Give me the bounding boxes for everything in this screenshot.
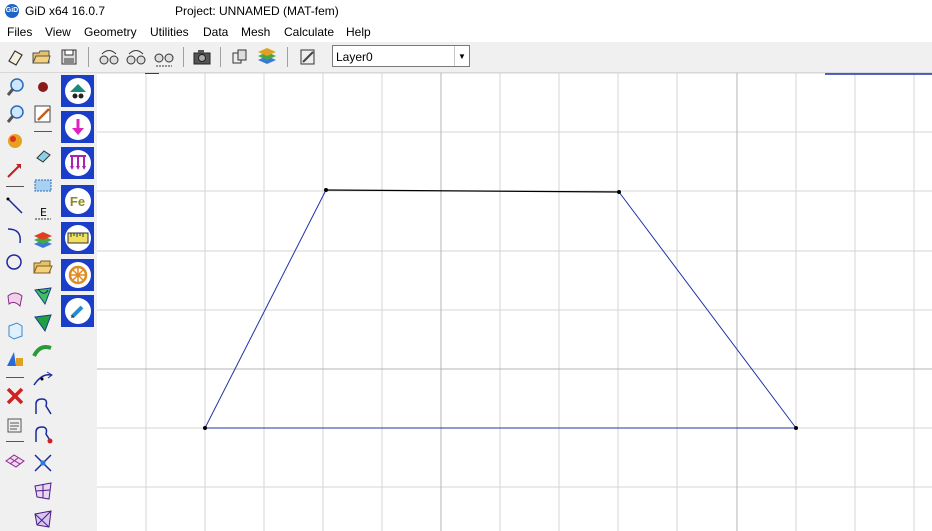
pencil-button[interactable] — [61, 295, 94, 327]
dimension-icon[interactable]: E — [31, 200, 55, 224]
axes — [97, 73, 932, 531]
geometry-point[interactable] — [617, 190, 621, 194]
list-icon[interactable] — [3, 413, 27, 437]
render-icon[interactable] — [3, 129, 27, 153]
boundary-conditions-icon — [64, 78, 91, 104]
surface-mesh-icon[interactable] — [31, 479, 55, 503]
save-icon[interactable] — [58, 46, 80, 68]
line-icon[interactable] — [3, 194, 27, 218]
arc-icon[interactable] — [3, 223, 27, 247]
geometry-point[interactable] — [794, 426, 798, 430]
toolbar-separator — [183, 47, 184, 67]
menu-help[interactable]: Help — [346, 25, 371, 39]
title-bar: GiD GiD x64 16.0.7 Project: UNNAMED (MAT… — [0, 0, 932, 22]
toolbar-separator — [220, 47, 221, 67]
new-file-icon[interactable] — [4, 46, 26, 68]
material-button[interactable]: Fe — [61, 185, 94, 217]
geometry-point[interactable] — [203, 426, 207, 430]
zoom-out-icon[interactable] — [3, 102, 27, 126]
circle-icon[interactable] — [3, 250, 27, 274]
pencil-icon — [64, 298, 91, 324]
app-title: GiD x64 16.0.7 — [25, 4, 106, 18]
toolbar-separator — [287, 47, 288, 67]
layer-select-value: Layer0 — [336, 50, 373, 64]
menu-files[interactable]: Files — [7, 25, 32, 39]
menu-utilities[interactable]: Utilities — [150, 25, 189, 39]
menu-calculate[interactable]: Calculate — [284, 25, 334, 39]
grid — [97, 73, 932, 531]
units-icon — [64, 225, 91, 251]
layers-icon[interactable] — [256, 46, 278, 68]
separator — [6, 377, 24, 378]
curve-icon[interactable] — [31, 367, 55, 391]
material-icon: Fe — [64, 188, 91, 214]
delete-icon[interactable] — [3, 384, 27, 408]
edit-icon[interactable] — [297, 46, 319, 68]
menu-mesh[interactable]: Mesh — [241, 25, 270, 39]
point-icon[interactable] — [31, 75, 55, 99]
screenshot-icon[interactable] — [191, 46, 213, 68]
menu-view[interactable]: View — [45, 25, 71, 39]
coons-icon[interactable] — [31, 340, 55, 364]
separator — [34, 131, 52, 132]
zoom-in-icon[interactable] — [3, 75, 27, 99]
nurbs-icon[interactable] — [31, 395, 55, 419]
intersect-icon[interactable] — [31, 451, 55, 475]
redo-icon[interactable] — [125, 46, 147, 68]
geometry-point[interactable] — [324, 188, 328, 192]
gid-logo-icon: GiD — [5, 4, 19, 18]
volume-icon[interactable] — [3, 318, 27, 342]
line-load-button[interactable] — [61, 147, 94, 179]
menu-geometry[interactable]: Geometry — [84, 25, 137, 39]
layer-view-icon[interactable] — [229, 46, 251, 68]
surface-create-icon[interactable] — [31, 284, 55, 308]
toolbar-separator — [88, 47, 89, 67]
calculate-wheel-icon — [64, 262, 91, 288]
menu-bar: Files View Geometry Utilities Data Mesh … — [0, 23, 932, 41]
zoom-icon[interactable] — [153, 46, 175, 68]
geometry-line-left[interactable] — [204, 189, 327, 429]
separator — [6, 186, 24, 187]
line-load-icon — [64, 150, 91, 176]
eraser-icon[interactable] — [31, 144, 55, 168]
svg-text:E: E — [40, 206, 47, 219]
edit-icon[interactable] — [31, 102, 55, 126]
geometry-view — [97, 73, 932, 531]
surface-icon[interactable] — [3, 286, 27, 310]
layer-select[interactable]: Layer0 ▼ — [332, 45, 470, 67]
calculate-button[interactable] — [61, 259, 94, 291]
point-load-button[interactable] — [61, 111, 94, 143]
mesh-icon[interactable] — [3, 449, 27, 473]
point-load-icon — [64, 114, 91, 140]
surface-fill-icon[interactable] — [31, 311, 55, 335]
undo-icon[interactable] — [98, 46, 120, 68]
drawing-canvas[interactable] — [97, 73, 932, 531]
boundary-conditions-button[interactable] — [61, 75, 94, 107]
layers-icon[interactable] — [31, 228, 55, 252]
separator — [6, 441, 24, 442]
left-toolbox: E Fe — [0, 73, 97, 531]
shapes-icon[interactable] — [3, 347, 27, 371]
volume-mesh-icon[interactable] — [31, 507, 55, 531]
menu-data[interactable]: Data — [203, 25, 228, 39]
project-title: Project: UNNAMED (MAT-fem) — [175, 4, 339, 18]
vector-icon[interactable] — [3, 158, 27, 182]
open-folder-icon[interactable] — [30, 46, 52, 68]
nurbs-edit-icon[interactable] — [31, 423, 55, 447]
folder-icon[interactable] — [31, 256, 55, 280]
chevron-down-icon[interactable]: ▼ — [454, 46, 469, 66]
units-button[interactable] — [61, 222, 94, 254]
select-rect-icon[interactable] — [31, 173, 55, 197]
